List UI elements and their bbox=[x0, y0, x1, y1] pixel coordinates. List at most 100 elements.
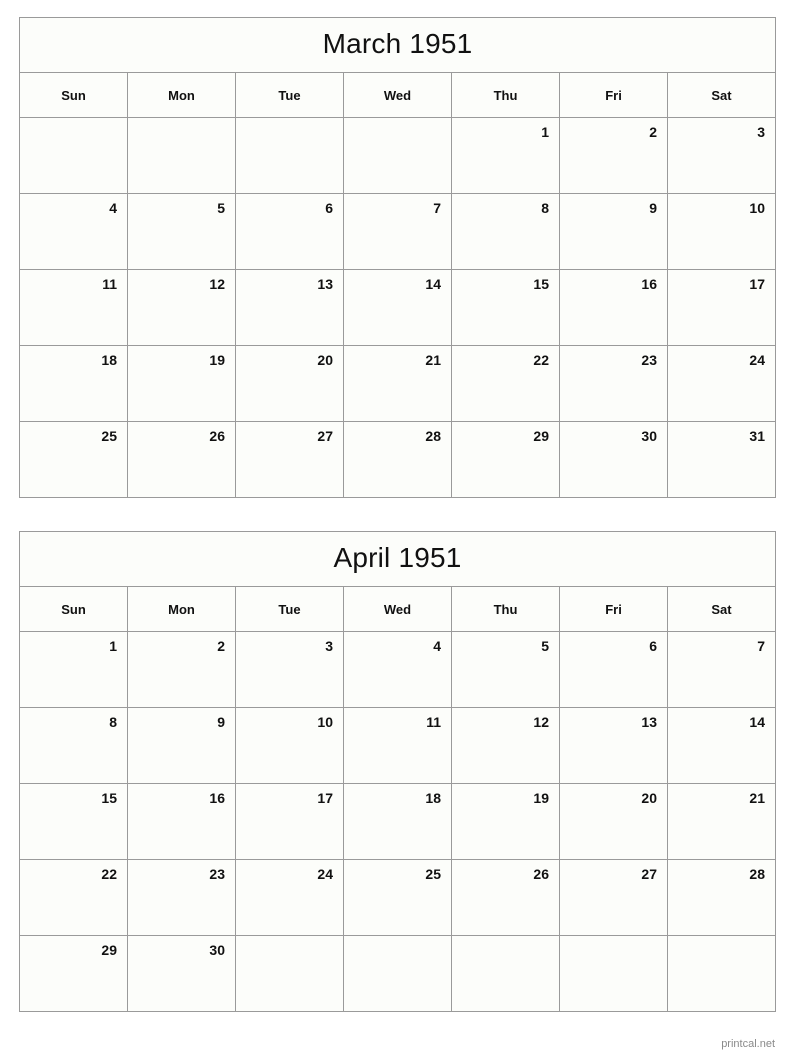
day-cell[interactable]: 11 bbox=[19, 269, 128, 346]
calendar-title-row: March 1951 bbox=[19, 17, 776, 73]
week-row: 11 12 13 14 15 16 17 bbox=[19, 269, 776, 346]
day-cell[interactable]: 18 bbox=[19, 345, 128, 422]
weekday-header-sat: Sat bbox=[667, 586, 776, 632]
week-row: 29 30 bbox=[19, 935, 776, 1012]
calendar-title-cell: March 1951 bbox=[19, 17, 776, 73]
day-cell[interactable]: 16 bbox=[559, 269, 668, 346]
day-cell[interactable]: 29 bbox=[19, 935, 128, 1012]
day-cell[interactable]: 30 bbox=[127, 935, 236, 1012]
weekday-header-fri: Fri bbox=[559, 72, 668, 118]
day-cell[interactable]: 7 bbox=[343, 193, 452, 270]
weekday-header-thu: Thu bbox=[451, 72, 560, 118]
day-cell[interactable]: 8 bbox=[451, 193, 560, 270]
day-cell[interactable] bbox=[667, 935, 776, 1012]
day-cell[interactable]: 10 bbox=[667, 193, 776, 270]
day-cell[interactable]: 25 bbox=[343, 859, 452, 936]
day-cell[interactable] bbox=[343, 935, 452, 1012]
day-cell[interactable]: 28 bbox=[667, 859, 776, 936]
day-cell[interactable]: 9 bbox=[127, 707, 236, 784]
day-cell[interactable]: 31 bbox=[667, 421, 776, 498]
weekday-header-wed: Wed bbox=[343, 72, 452, 118]
footer-credit: printcal.net bbox=[721, 1038, 775, 1050]
day-cell[interactable] bbox=[451, 935, 560, 1012]
day-cell[interactable]: 19 bbox=[127, 345, 236, 422]
day-cell[interactable]: 27 bbox=[559, 859, 668, 936]
day-cell[interactable]: 1 bbox=[451, 117, 560, 194]
day-cell[interactable]: 3 bbox=[667, 117, 776, 194]
day-cell[interactable]: 3 bbox=[235, 631, 344, 708]
day-cell[interactable]: 22 bbox=[19, 859, 128, 936]
day-cell[interactable]: 15 bbox=[19, 783, 128, 860]
day-cell[interactable]: 28 bbox=[343, 421, 452, 498]
day-cell[interactable]: 17 bbox=[667, 269, 776, 346]
week-row: 22 23 24 25 26 27 28 bbox=[19, 859, 776, 936]
day-cell[interactable]: 5 bbox=[127, 193, 236, 270]
weekday-header-mon: Mon bbox=[127, 72, 236, 118]
day-cell[interactable]: 15 bbox=[451, 269, 560, 346]
day-cell[interactable]: 23 bbox=[559, 345, 668, 422]
day-cell[interactable]: 7 bbox=[667, 631, 776, 708]
day-cell[interactable]: 13 bbox=[559, 707, 668, 784]
day-cell[interactable]: 30 bbox=[559, 421, 668, 498]
day-cell[interactable]: 18 bbox=[343, 783, 452, 860]
calendar-title-row: April 1951 bbox=[19, 531, 776, 587]
weekday-header-row: Sun Mon Tue Wed Thu Fri Sat bbox=[19, 72, 776, 118]
day-cell[interactable]: 13 bbox=[235, 269, 344, 346]
calendar-title-cell: April 1951 bbox=[19, 531, 776, 587]
day-cell[interactable]: 21 bbox=[667, 783, 776, 860]
day-cell[interactable]: 5 bbox=[451, 631, 560, 708]
day-cell[interactable]: 11 bbox=[343, 707, 452, 784]
day-cell[interactable]: 14 bbox=[667, 707, 776, 784]
day-cell[interactable]: 25 bbox=[19, 421, 128, 498]
day-cell[interactable]: 20 bbox=[559, 783, 668, 860]
day-cell[interactable]: 22 bbox=[451, 345, 560, 422]
weekday-header-row: Sun Mon Tue Wed Thu Fri Sat bbox=[19, 586, 776, 632]
week-row: 18 19 20 21 22 23 24 bbox=[19, 345, 776, 422]
day-cell[interactable] bbox=[559, 935, 668, 1012]
day-cell[interactable]: 12 bbox=[127, 269, 236, 346]
day-cell[interactable]: 12 bbox=[451, 707, 560, 784]
day-cell[interactable]: 9 bbox=[559, 193, 668, 270]
day-cell[interactable]: 10 bbox=[235, 707, 344, 784]
page-title-april: April 1951 bbox=[333, 542, 462, 573]
day-cell[interactable]: 4 bbox=[343, 631, 452, 708]
day-cell[interactable]: 24 bbox=[235, 859, 344, 936]
weekday-header-sun: Sun bbox=[19, 72, 128, 118]
weekday-header-sun: Sun bbox=[19, 586, 128, 632]
day-cell[interactable]: 26 bbox=[451, 859, 560, 936]
day-cell[interactable] bbox=[343, 117, 452, 194]
week-row: 25 26 27 28 29 30 31 bbox=[19, 421, 776, 498]
day-cell[interactable]: 14 bbox=[343, 269, 452, 346]
weekday-header-tue: Tue bbox=[235, 586, 344, 632]
day-cell[interactable] bbox=[235, 935, 344, 1012]
day-cell[interactable]: 16 bbox=[127, 783, 236, 860]
day-cell[interactable]: 17 bbox=[235, 783, 344, 860]
day-cell[interactable]: 2 bbox=[559, 117, 668, 194]
weekday-header-tue: Tue bbox=[235, 72, 344, 118]
week-row: 1 2 3 4 5 6 7 bbox=[19, 631, 776, 708]
day-cell[interactable]: 24 bbox=[667, 345, 776, 422]
day-cell[interactable]: 21 bbox=[343, 345, 452, 422]
week-row: 4 5 6 7 8 9 10 bbox=[19, 193, 776, 270]
day-cell[interactable]: 19 bbox=[451, 783, 560, 860]
day-cell[interactable]: 6 bbox=[559, 631, 668, 708]
day-cell[interactable]: 4 bbox=[19, 193, 128, 270]
day-cell[interactable]: 20 bbox=[235, 345, 344, 422]
page-title-march: March 1951 bbox=[322, 28, 473, 59]
day-cell[interactable]: 26 bbox=[127, 421, 236, 498]
day-cell[interactable] bbox=[127, 117, 236, 194]
day-cell[interactable]: 6 bbox=[235, 193, 344, 270]
day-cell[interactable] bbox=[19, 117, 128, 194]
weekday-header-thu: Thu bbox=[451, 586, 560, 632]
weekday-header-wed: Wed bbox=[343, 586, 452, 632]
day-cell[interactable]: 29 bbox=[451, 421, 560, 498]
day-cell[interactable]: 27 bbox=[235, 421, 344, 498]
weekday-header-mon: Mon bbox=[127, 586, 236, 632]
week-row: 15 16 17 18 19 20 21 bbox=[19, 783, 776, 860]
calendar-month-march: March 1951 Sun Mon Tue Wed Thu Fri Sat 1… bbox=[19, 17, 776, 498]
day-cell[interactable]: 8 bbox=[19, 707, 128, 784]
day-cell[interactable] bbox=[235, 117, 344, 194]
day-cell[interactable]: 1 bbox=[19, 631, 128, 708]
day-cell[interactable]: 2 bbox=[127, 631, 236, 708]
day-cell[interactable]: 23 bbox=[127, 859, 236, 936]
